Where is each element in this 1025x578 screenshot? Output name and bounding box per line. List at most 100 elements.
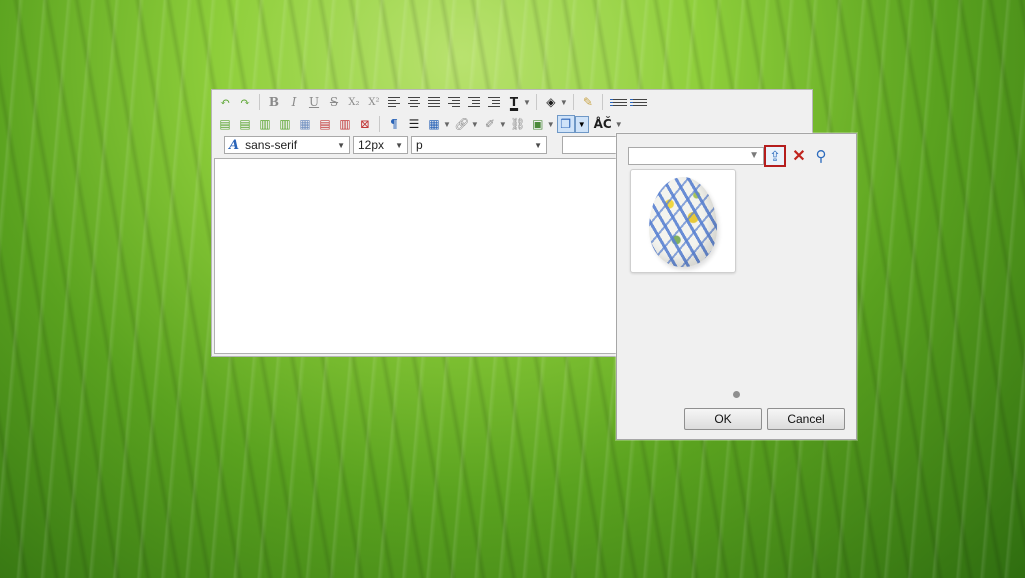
merge-cells-icon: ▦ (299, 117, 311, 131)
edit-link-button[interactable]: ✐ (481, 115, 499, 133)
underline-icon: U (308, 95, 320, 109)
toolbar-separator (379, 116, 380, 132)
insert-column-after-button[interactable]: ▥ (276, 115, 294, 133)
toolbar-separator (572, 94, 574, 110)
text-color-button[interactable]: T (505, 93, 523, 111)
delete-row-icon: ▤ (319, 117, 331, 131)
text-color-icon: T (509, 95, 519, 109)
delete-column-button[interactable]: ▥ (336, 115, 354, 133)
toolbar-separator (259, 94, 260, 110)
upload-button[interactable]: ⇪ (764, 145, 786, 167)
upload-icon: ⇪ (769, 147, 781, 164)
redo-button[interactable]: ↷ (236, 93, 254, 111)
outdent-button[interactable] (465, 93, 483, 111)
italic-button[interactable]: I (285, 93, 303, 111)
block-format-value: p (416, 138, 423, 152)
chevron-down-icon: ▼ (337, 141, 345, 150)
font-icon: A (229, 137, 240, 153)
extra-select[interactable] (562, 136, 622, 154)
superscript-icon: X² (368, 96, 380, 108)
block-format-select[interactable]: p ▼ (411, 136, 547, 154)
indent-button[interactable] (485, 93, 503, 111)
spellcheck-dropdown-icon[interactable]: ▼ (615, 120, 623, 129)
merge-cells-button[interactable]: ▦ (296, 115, 314, 133)
subscript-button[interactable]: X₂ (345, 93, 363, 111)
filter-icon: ▼ (749, 150, 759, 161)
insert-row-after-button[interactable]: ▤ (236, 115, 254, 133)
toolbar-row-1: ↶ ↷ B I U S X₂ X² T ▼ ◈ ▼ ✎ (216, 92, 647, 112)
align-right-icon (448, 97, 460, 107)
bullet-list-button[interactable] (608, 93, 627, 111)
insert-column-before-button[interactable]: ▥ (256, 115, 274, 133)
image-browser-dialog: ▼ ⇪ ✕ ⚲ OK Cancel (616, 133, 857, 440)
chevron-down-icon: ▼ (534, 141, 542, 150)
cancel-label: Cancel (787, 412, 825, 426)
unlink-icon: ⛓︎ (510, 117, 526, 131)
bold-button[interactable]: B (265, 93, 283, 111)
edit-link-icon: ✐ (484, 117, 495, 131)
font-family-select[interactable]: A sans-serif ▼ (224, 136, 350, 154)
eraser-icon: ✎ (582, 95, 593, 109)
align-left-button[interactable] (385, 93, 403, 111)
strikethrough-button[interactable]: S (325, 93, 343, 111)
insert-table-button[interactable]: ▦ (425, 115, 443, 133)
superscript-button[interactable]: X² (365, 93, 383, 111)
image-icon: ▣ (532, 117, 544, 131)
insert-image-button[interactable]: ▣ (529, 115, 547, 133)
font-size-select[interactable]: 12px ▼ (353, 136, 408, 154)
cancel-button[interactable]: Cancel (767, 408, 845, 430)
ok-label: OK (714, 412, 732, 426)
image-browser-dropdown-icon[interactable]: ▼ (574, 115, 589, 133)
align-center-button[interactable] (405, 93, 423, 111)
clear-formatting-button[interactable]: ✎ (579, 93, 597, 111)
subscript-icon: X₂ (348, 96, 360, 108)
horizontal-rule-button[interactable]: ☰ (405, 115, 423, 133)
font-size-value: 12px (358, 138, 385, 152)
align-justify-button[interactable] (425, 93, 443, 111)
horizontal-rule-icon: ☰ (408, 117, 420, 131)
spellcheck-icon: ÅČ (593, 117, 612, 131)
filter-input[interactable]: ▼ (628, 147, 764, 165)
insert-row-before-icon: ▤ (219, 117, 231, 131)
background-color-dropdown-icon[interactable]: ▼ (560, 98, 568, 107)
insert-column-after-icon: ▥ (279, 117, 291, 131)
indent-icon (488, 97, 500, 107)
undo-button[interactable]: ↶ (216, 93, 234, 111)
toolbar-separator (601, 94, 603, 110)
italic-icon: I (291, 95, 297, 109)
text-color-dropdown-icon[interactable]: ▼ (523, 98, 531, 107)
link-icon: 🔗︎ (454, 117, 470, 131)
spellcheck-button[interactable]: ÅČ (591, 115, 615, 133)
pager-dot[interactable] (733, 391, 740, 398)
numbered-list-button[interactable] (628, 93, 647, 111)
align-justify-icon (428, 97, 440, 107)
insert-row-before-button[interactable]: ▤ (216, 115, 234, 133)
image-thumbnail[interactable] (630, 169, 736, 273)
background-color-button[interactable]: ◈ (542, 93, 560, 111)
align-left-icon (388, 97, 400, 107)
underline-button[interactable]: U (305, 93, 323, 111)
delete-column-icon: ▥ (339, 117, 351, 131)
insert-link-button[interactable]: 🔗︎ (453, 115, 471, 133)
link-dropdown-icon[interactable]: ▼ (471, 120, 479, 129)
image-browser-button[interactable]: ❐ (556, 115, 575, 133)
delete-row-button[interactable]: ▤ (316, 115, 334, 133)
delete-button[interactable]: ✕ (788, 145, 810, 167)
search-icon: ⚲ (815, 148, 827, 165)
search-button[interactable]: ⚲ (810, 145, 832, 167)
close-icon: ✕ (792, 148, 806, 165)
easter-egg-image (649, 177, 717, 267)
edit-link-dropdown-icon[interactable]: ▼ (499, 120, 507, 129)
table-icon: ▦ (428, 117, 440, 131)
image-dropdown-icon[interactable]: ▼ (547, 120, 555, 129)
paragraph-icon: ¶ (390, 117, 398, 131)
strikethrough-icon: S (329, 95, 339, 109)
align-right-button[interactable] (445, 93, 463, 111)
paragraph-button[interactable]: ¶ (385, 115, 403, 133)
chevron-down-icon: ▼ (395, 141, 403, 150)
undo-icon: ↶ (219, 95, 231, 109)
ok-button[interactable]: OK (684, 408, 762, 430)
delete-table-button[interactable]: ⊠ (356, 115, 374, 133)
unlink-button[interactable]: ⛓︎ (509, 115, 527, 133)
table-dropdown-icon[interactable]: ▼ (443, 120, 451, 129)
